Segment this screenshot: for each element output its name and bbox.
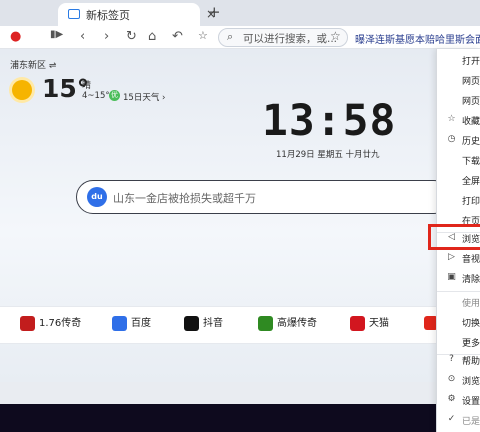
tmall-icon <box>350 315 365 331</box>
menu-label: 切换到 <box>462 319 480 329</box>
gear-icon: ⚙ <box>447 394 456 404</box>
clock-date: 11月29日 星期五 十月廿九 <box>276 150 380 160</box>
undo-button[interactable]: ↶ <box>172 29 183 44</box>
play-icon: ▷ <box>448 252 455 262</box>
menu-item-settings[interactable]: ⚙ 设置 <box>437 391 480 411</box>
menu-label: 网页保 <box>462 97 480 107</box>
menu-label: 已是最 <box>462 417 480 427</box>
menu-divider <box>437 291 480 292</box>
menu-item-browser-info[interactable]: ⊙ 浏览器 <box>437 371 480 391</box>
menu-item-more-tools[interactable]: 更多工 <box>437 333 480 353</box>
menu-item-favorites[interactable]: ☆ 收藏夹 <box>437 111 480 131</box>
taskbar <box>0 404 480 432</box>
search-placeholder: 山东一金店被抢损失或超千万 <box>113 192 256 205</box>
menu-item-switch[interactable]: 切换到 <box>437 313 480 333</box>
menu-label: 帮助和 <box>462 357 480 367</box>
menu-item-downloads[interactable]: 下载管 <box>437 151 480 171</box>
clock-icon: ◷ <box>447 134 456 144</box>
help-icon: ? <box>449 354 454 364</box>
home-button[interactable]: ⌂ <box>148 29 156 44</box>
shortcut-douyin[interactable]: 抖音 <box>184 314 223 331</box>
menu-label: 清除上 <box>462 275 480 285</box>
shortcut-label: 抖音 <box>203 318 223 329</box>
address-placeholder: 可以进行搜索，或... <box>243 33 338 45</box>
search-box[interactable]: du 山东一金店被抢损失或超千万 <box>76 180 451 214</box>
menu-label: 更多工 <box>462 339 480 349</box>
shortcut-label: 高爆传奇 <box>277 318 317 329</box>
shortcut-tmall[interactable]: 天猫 <box>350 314 389 331</box>
menu-label: 使用IE <box>462 299 480 309</box>
menu-label: 全屏模 <box>462 177 480 187</box>
back-button[interactable]: ‹ <box>80 29 85 44</box>
baidu-icon <box>112 315 127 331</box>
weather-condition: 晴 <box>82 81 92 91</box>
menu-item-use-ie[interactable]: 使用IE <box>437 293 480 313</box>
menu-label: 下载管 <box>462 157 480 167</box>
menu-item-history[interactable]: ◷ 历史记 <box>437 131 480 151</box>
tab-new-tab[interactable]: 新标签页 × <box>58 3 216 26</box>
shortcut-label: 1.76传奇 <box>39 318 82 329</box>
news-ticker[interactable]: 曝泽连斯基愿本赔哈里斯会面 <box>355 31 480 46</box>
tab-strip: 新标签页 × + <box>0 0 480 26</box>
menu-item-print[interactable]: 打印 <box>437 191 480 211</box>
menu-label: 收藏夹 <box>462 117 480 127</box>
air-quality-badge: 优 <box>109 90 120 101</box>
menu-item-media[interactable]: ▷ 音视频 <box>437 249 480 269</box>
menu-label: 历史记 <box>462 137 480 147</box>
menu-item-new-window[interactable]: 打开新 <box>437 51 480 71</box>
weather-location[interactable]: 浦东新区 ⇌ <box>10 58 56 71</box>
menu-item-fullscreen[interactable]: 全屏模 <box>437 171 480 191</box>
sun-icon <box>12 80 32 100</box>
page-bottom-gap <box>0 382 480 404</box>
menu-item-save-page[interactable]: 网页保 <box>437 91 480 111</box>
clock-time: 13:58 <box>262 96 397 146</box>
menu-item-help[interactable]: ? 帮助和 <box>437 351 480 371</box>
game-icon <box>20 315 35 331</box>
tab-title: 新标签页 <box>86 9 130 22</box>
menu-label: 打开新 <box>462 57 480 67</box>
menu-label: 设置 <box>462 397 480 407</box>
highlight-box <box>428 224 480 250</box>
shield-icon: ⊙ <box>447 374 456 384</box>
check-icon: ✓ <box>447 414 456 424</box>
game-icon <box>258 315 273 331</box>
search-icon: ⌕ <box>227 30 234 43</box>
douyin-icon <box>184 315 199 331</box>
shortcut-label: 天猫 <box>369 318 389 329</box>
address-bar[interactable]: ⌕ 可以进行搜索，或... <box>218 28 348 47</box>
menu-item-clear-data[interactable]: ▣ 清除上 <box>437 269 480 289</box>
new-tab-page-icon <box>68 9 80 19</box>
menu-label: 音视频 <box>462 255 480 265</box>
menu-item-up-to-date: ✓ 已是最 <box>437 411 480 431</box>
baidu-icon[interactable]: du <box>87 187 107 207</box>
star-icon: ☆ <box>447 114 456 124</box>
shortcut-gaobao-chuanqi[interactable]: 高爆传奇 <box>258 314 317 331</box>
sidebar-toggle-icon[interactable]: ▮▶ <box>50 29 63 40</box>
shortcut-baidu[interactable]: 百度 <box>112 314 151 331</box>
weather-forecast-link[interactable]: 15日天气 › <box>123 91 165 103</box>
new-tab-button[interactable]: + <box>208 3 221 21</box>
favorites-icon[interactable]: ☆ <box>198 29 208 42</box>
forward-button[interactable]: › <box>104 29 109 44</box>
clear-icon: ▣ <box>447 272 456 282</box>
reload-button[interactable]: ↻ <box>126 29 137 44</box>
shortcut-1-76-chuanqi[interactable]: 1.76传奇 <box>20 314 81 331</box>
qq-logo-icon[interactable]: ● <box>10 29 21 44</box>
menu-label: 打印 <box>462 197 480 207</box>
weather-range: 4~15° <box>82 91 110 101</box>
menu-item-incognito[interactable]: 网页无 <box>437 71 480 91</box>
menu-label: 网页无 <box>462 77 480 87</box>
menu-label: 浏览器 <box>462 377 480 387</box>
toolbar: ● ▮▶ ‹ › ↻ ⌂ ↶ ☆ ⌕ 可以进行搜索，或... ☆ 曝泽连斯基愿本… <box>0 26 480 49</box>
bookmark-star-icon[interactable]: ☆ <box>330 29 341 43</box>
shortcut-label: 百度 <box>131 318 151 329</box>
